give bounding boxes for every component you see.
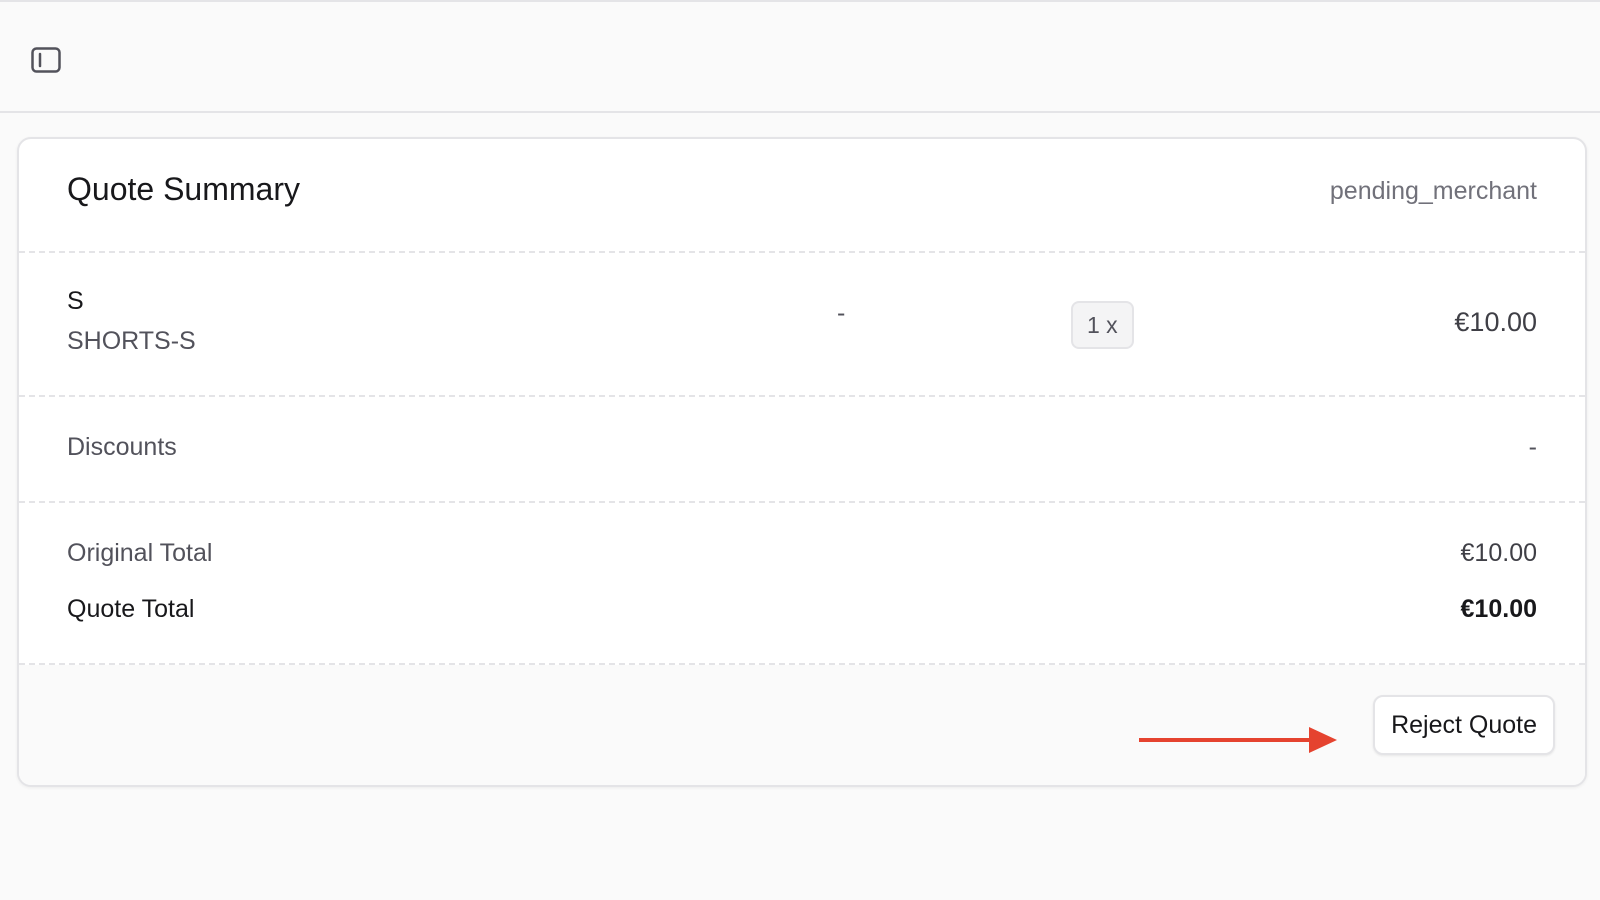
item-sku: SHORTS-S (67, 327, 196, 355)
quote-total-value: €10.00 (1460, 595, 1537, 623)
sidebar-toggle-icon (31, 47, 61, 73)
discounts-label: Discounts (67, 433, 177, 461)
annotation-arrow-icon (1139, 727, 1337, 753)
quote-actions-footer: Reject Quote (19, 665, 1585, 785)
item-name: S (67, 287, 84, 315)
original-total-value: €10.00 (1460, 539, 1537, 567)
sidebar-toggle-button[interactable] (22, 36, 70, 84)
totals-section: Original Total €10.00 Quote Total €10.00 (19, 503, 1585, 665)
top-bar (0, 0, 1600, 113)
status-badge: pending_merchant (1329, 177, 1537, 205)
discounts-row: Discounts - (19, 397, 1585, 503)
quote-total-label: Quote Total (67, 595, 195, 623)
quote-header: Quote Summary pending_merchant (19, 139, 1585, 253)
item-price: €10.00 (1454, 307, 1537, 337)
discounts-value: - (1528, 433, 1537, 461)
reject-quote-button[interactable]: Reject Quote (1373, 695, 1555, 755)
page-title: Quote Summary (67, 171, 300, 207)
quote-summary-card: Quote Summary pending_merchant S SHORTS-… (17, 137, 1587, 787)
original-total-label: Original Total (67, 539, 213, 567)
item-variant-value: - (837, 299, 846, 327)
quantity-badge: 1 x (1071, 301, 1134, 349)
line-item: S SHORTS-S - 1 x €10.00 (19, 253, 1585, 397)
